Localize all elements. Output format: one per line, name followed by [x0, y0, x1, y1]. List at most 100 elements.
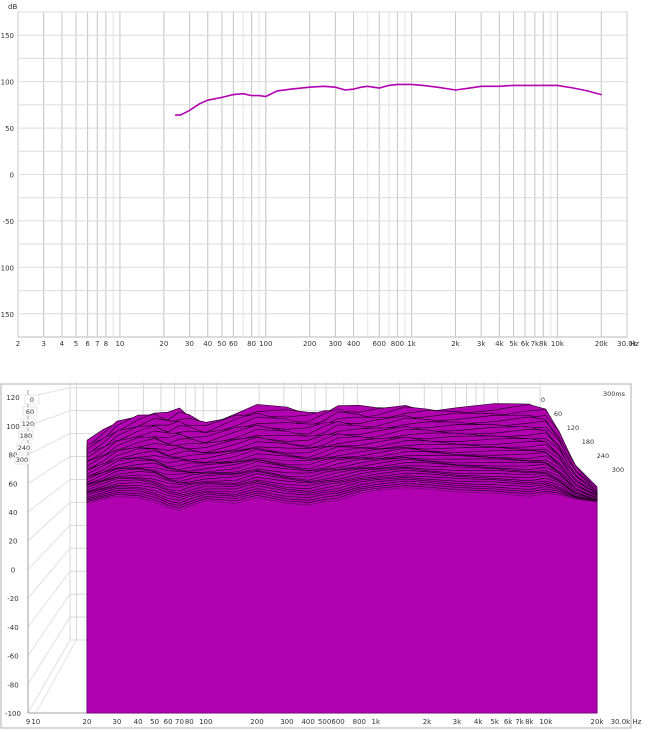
x-tick-label: 5k — [490, 718, 499, 726]
time-label-left: 120 — [22, 420, 34, 428]
y-tick-label: -40 — [7, 624, 18, 632]
y-tick-label: -150 — [0, 311, 14, 319]
y-tick-label: 150 — [1, 32, 14, 40]
series-point — [309, 86, 311, 88]
x-tick-label: 20 — [82, 718, 91, 726]
y-tick-label: 120 — [6, 394, 19, 402]
x-tick-label: 300 — [280, 718, 293, 726]
x-tick-label: 3k — [477, 340, 486, 348]
series-point — [573, 87, 575, 89]
series-point — [396, 83, 399, 86]
series-point — [242, 93, 244, 95]
x-tick-label: 50 — [150, 718, 159, 726]
time-label-right: 60 — [554, 410, 562, 418]
x-tick-label: 6 — [85, 340, 90, 348]
x-tick-label: 8k — [525, 718, 534, 726]
series-point — [367, 85, 369, 87]
x-tick-label: 80 — [247, 340, 256, 348]
x-tick-label: 8k — [539, 340, 548, 348]
x-tick-label: 4 — [60, 340, 65, 348]
x-tick-label: 10 — [115, 340, 124, 348]
x-tick-label: 10k — [551, 340, 565, 348]
x-tick-label: 6k — [504, 718, 513, 726]
x-tick-label: 500 — [318, 718, 331, 726]
x-tick-label: 7 — [95, 340, 99, 348]
x-tick-label: 300 — [329, 340, 342, 348]
series-point — [344, 89, 346, 91]
series-point — [323, 85, 325, 87]
x-tick-label: 20k — [595, 340, 609, 348]
series-point — [221, 96, 223, 99]
series-point — [422, 84, 424, 86]
series-point — [410, 83, 413, 86]
y-tick-label: -100 — [5, 710, 21, 718]
time-label-right: 120 — [567, 424, 579, 432]
series-point — [360, 86, 362, 88]
x-tick-label: 1k — [372, 718, 381, 726]
y-tick-label: -20 — [7, 595, 18, 603]
x-tick-label: 800 — [391, 340, 404, 348]
x-tick-label: 3k — [453, 718, 462, 726]
series-point — [179, 114, 182, 116]
x-tick-label: 600 — [331, 718, 344, 726]
x-tick-label: 2k — [423, 718, 432, 726]
y-tick-label: 100 — [6, 423, 19, 431]
y-tick-label: 60 — [9, 480, 18, 488]
series-point — [276, 90, 278, 92]
series-point — [188, 109, 191, 112]
series-point — [436, 86, 438, 88]
series-point — [207, 99, 209, 101]
x-tick-label: 1k — [407, 340, 416, 348]
time-label-left: 0 — [30, 396, 34, 404]
x-tick-label: 100 — [259, 340, 272, 348]
y-tick-label: -80 — [7, 681, 18, 689]
waterfall-front-slice — [86, 487, 598, 714]
x-tick-label: 9 — [26, 718, 30, 726]
x-tick-label: 2 — [16, 340, 20, 348]
series-point — [524, 84, 526, 86]
series-point — [232, 94, 235, 96]
series-point — [556, 84, 559, 86]
series-point — [600, 94, 602, 96]
x-tick-label: 800 — [353, 718, 366, 726]
x-tick-label: 200 — [250, 718, 263, 726]
x-tick-label: 30 — [112, 718, 121, 726]
frequency-response-chart: 2 3 4 5 6 7 8 10 20 30 40 50 60 80 100 200 300 400 600 800 1… — [0, 0, 652, 350]
series-point — [480, 85, 482, 87]
series-point — [469, 87, 471, 89]
waterfall-chart: 120100806040200-20-40-60-80-1009 10 20 30 40… — [0, 380, 652, 734]
series-point — [334, 86, 336, 88]
x-tick-label: 7k — [515, 718, 524, 726]
time-label-left: 60 — [26, 408, 34, 416]
time-label-right: 240 — [597, 452, 609, 460]
time-unit-label: 300ms — [603, 390, 626, 398]
y-unit-label: dB — [8, 3, 17, 11]
x-tick-label: 20 — [159, 340, 168, 348]
x-unit-label: Hz — [630, 340, 639, 348]
x-tick-label: 40 — [134, 718, 143, 726]
x-tick-label: 4k — [474, 718, 483, 726]
series-point — [512, 84, 515, 86]
x-tick-label: 20k — [591, 718, 605, 726]
time-label-left: 240 — [18, 444, 30, 452]
x-tick-label: 30 — [185, 340, 194, 348]
series-point — [290, 88, 293, 90]
series-point — [454, 89, 457, 91]
series-point — [174, 114, 176, 116]
x-tick-label: 60 — [164, 718, 173, 726]
y-tick-label: 0 — [11, 566, 15, 574]
time-label-right: 0 — [541, 396, 545, 404]
x-tick-label: 60 — [229, 340, 238, 348]
y-tick-label: -100 — [0, 264, 14, 272]
series-point — [586, 90, 588, 92]
x-tick-label: 2k — [451, 340, 460, 348]
series-point — [265, 95, 267, 98]
series-point — [258, 94, 260, 97]
x-tick-label: 10 — [31, 718, 40, 726]
y-tick-label: -50 — [3, 218, 14, 226]
y-tick-label: 20 — [9, 538, 18, 546]
x-tick-label: 400 — [301, 718, 314, 726]
x-tick-label: 40 — [203, 340, 212, 348]
x-tick-label: 6k — [521, 340, 530, 348]
series-point — [542, 84, 544, 86]
